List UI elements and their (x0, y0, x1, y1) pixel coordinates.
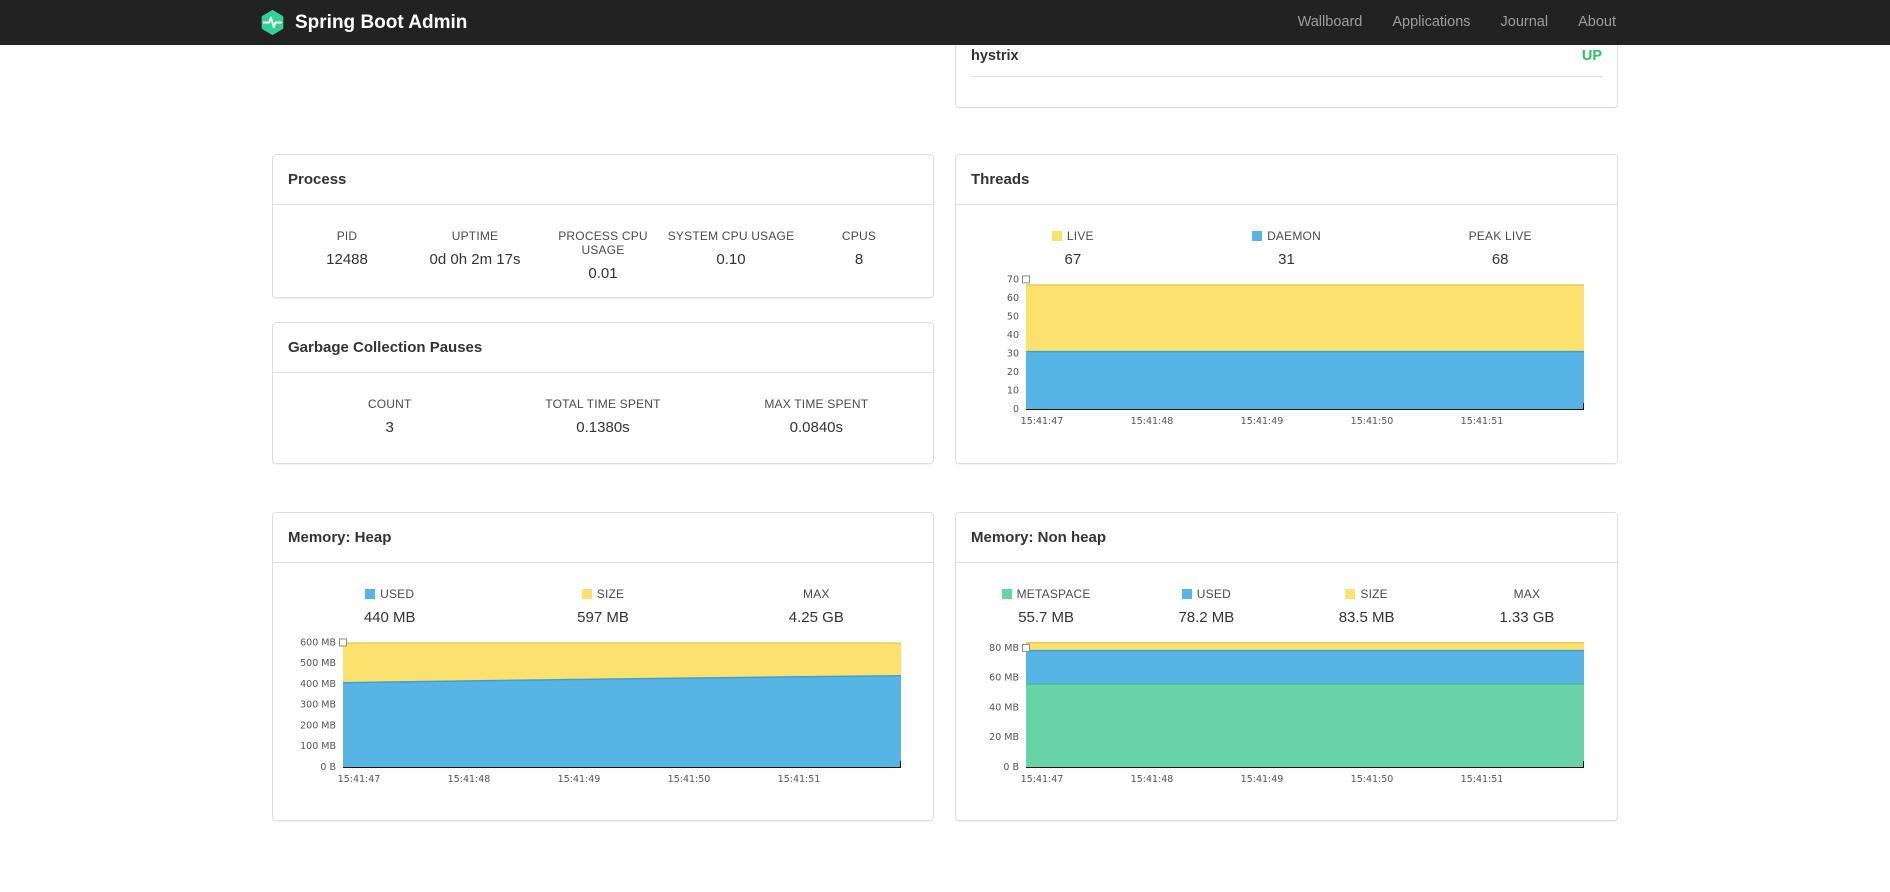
navbar: Spring Boot Admin Wallboard Applications… (0, 0, 1890, 45)
svg-text:200 MB: 200 MB (300, 720, 336, 731)
process-metrics: PID 12488 UPTIME 0d 0h 2m 17s PROCESS CP… (273, 205, 933, 282)
health-service-name: hystrix (971, 48, 1019, 64)
svg-text:15:41:49: 15:41:49 (1241, 416, 1284, 427)
nav-item-wallboard[interactable]: Wallboard (1283, 0, 1378, 45)
metric-cpus: CPUS 8 (841, 229, 877, 268)
svg-text:15:41:48: 15:41:48 (448, 774, 491, 785)
memory-heap-panel: Memory: Heap USED 440 MB SIZE 597 MB MAX… (272, 512, 934, 821)
svg-text:60: 60 (1007, 293, 1019, 304)
gc-panel: Garbage Collection Pauses COUNT 3 TOTAL … (272, 322, 934, 464)
svg-text:0 B: 0 B (1003, 762, 1019, 773)
nav-item-applications[interactable]: Applications (1377, 0, 1485, 45)
svg-text:80 MB: 80 MB (989, 643, 1019, 654)
svg-text:15:41:47: 15:41:47 (338, 774, 381, 785)
svg-text:40 MB: 40 MB (989, 702, 1019, 713)
svg-text:70: 70 (1007, 274, 1019, 285)
process-panel-title: Process (273, 155, 933, 205)
nav-item-journal[interactable]: Journal (1486, 0, 1564, 45)
metric-uptime: UPTIME 0d 0h 2m 17s (429, 229, 521, 268)
svg-text:0 B: 0 B (320, 762, 336, 773)
metric-process-cpu-usage: PROCESS CPU USAGE 0.01 (558, 229, 648, 282)
navbar-inner: Spring Boot Admin Wallboard Applications… (259, 0, 1631, 45)
svg-text:20 MB: 20 MB (989, 732, 1019, 743)
memory-heap-legend: USED 440 MB SIZE 597 MB MAX 4.25 GB (273, 563, 933, 626)
gc-panel-title: Garbage Collection Pauses (273, 323, 933, 373)
memory-heap-chart: 0 B 100 MB 200 MB 300 MB 400 MB 500 MB 600 MB 1… (273, 620, 933, 792)
threads-legend: LIVE 67 DAEMON 31 PEAK LIVE 68 (956, 205, 1617, 268)
metric-gc-total-time: TOTAL TIME SPENT 0.1380s (545, 397, 661, 436)
size-swatch-icon (581, 589, 592, 599)
memory-non-heap-panel: Memory: Non heap METASPACE 55.7 MB USED … (955, 512, 1618, 821)
svg-text:15:41:48: 15:41:48 (1131, 774, 1174, 785)
svg-text:15:41:47: 15:41:47 (1021, 416, 1064, 427)
size-swatch-icon (1345, 589, 1356, 599)
svg-text:20: 20 (1007, 367, 1019, 378)
nav-item-about[interactable]: About (1563, 0, 1631, 45)
health-status-badge: UP (1581, 48, 1602, 64)
svg-text:60 MB: 60 MB (989, 673, 1019, 684)
memory-non-heap-panel-title: Memory: Non heap (956, 513, 1617, 563)
svg-text:15:41:50: 15:41:50 (1351, 416, 1394, 427)
svg-text:15:41:49: 15:41:49 (1241, 774, 1284, 785)
svg-text:50: 50 (1007, 311, 1019, 322)
daemon-swatch-icon (1252, 231, 1263, 241)
svg-text:15:41:51: 15:41:51 (1461, 416, 1504, 427)
brand-title: Spring Boot Admin (295, 11, 468, 33)
svg-text:15:41:51: 15:41:51 (778, 774, 821, 785)
svg-text:30: 30 (1007, 348, 1019, 359)
threads-chart: 0 10 20 30 40 50 60 70 15:41:47 15:41:48 15:41:49 1… (956, 262, 1617, 434)
spring-boot-admin-logo-icon (259, 9, 286, 36)
svg-text:15:41:49: 15:41:49 (558, 774, 601, 785)
brand-link[interactable]: Spring Boot Admin (259, 9, 467, 36)
used-swatch-icon (1181, 589, 1192, 599)
svg-text:15:41:51: 15:41:51 (1461, 774, 1504, 785)
svg-text:400 MB: 400 MB (300, 679, 336, 690)
memory-non-heap-chart: 0 B 20 MB 40 MB 60 MB 80 MB 15:41:47 15:41:48 1… (956, 620, 1617, 792)
metric-gc-max-time: MAX TIME SPENT 0.0840s (764, 397, 869, 436)
main-content: hystrix UP Process PID 12488 UPTIME 0d 0… (272, 45, 1618, 892)
memory-heap-panel-title: Memory: Heap (273, 513, 933, 563)
svg-text:300 MB: 300 MB (300, 700, 336, 711)
svg-text:600 MB: 600 MB (300, 637, 336, 648)
svg-text:500 MB: 500 MB (300, 658, 336, 669)
svg-text:40: 40 (1007, 330, 1019, 341)
svg-text:10: 10 (1007, 385, 1019, 396)
metric-system-cpu-usage: SYSTEM CPU USAGE 0.10 (667, 229, 795, 268)
metric-gc-count: COUNT 3 (367, 397, 412, 436)
svg-text:100 MB: 100 MB (300, 741, 336, 752)
health-panel: hystrix UP (955, 45, 1618, 108)
threads-panel: Threads LIVE 67 DAEMON 31 PEAK LIVE 68 0… (955, 154, 1618, 464)
memory-non-heap-legend: METASPACE 55.7 MB USED 78.2 MB SIZE 83.5… (956, 563, 1617, 626)
gc-metrics: COUNT 3 TOTAL TIME SPENT 0.1380s MAX TIM… (273, 373, 933, 436)
threads-panel-title: Threads (956, 155, 1617, 205)
live-swatch-icon (1051, 231, 1062, 241)
health-row-hystrix: hystrix UP (971, 45, 1602, 77)
svg-text:15:41:50: 15:41:50 (668, 774, 711, 785)
metric-pid: PID 12488 (326, 229, 368, 268)
used-swatch-icon (365, 589, 376, 599)
metaspace-swatch-icon (1001, 589, 1012, 599)
navbar-menu: Wallboard Applications Journal About (1283, 0, 1631, 45)
svg-text:15:41:48: 15:41:48 (1131, 416, 1174, 427)
svg-text:15:41:47: 15:41:47 (1021, 774, 1064, 785)
process-panel: Process PID 12488 UPTIME 0d 0h 2m 17s PR… (272, 154, 934, 298)
svg-text:0: 0 (1013, 404, 1019, 415)
svg-text:15:41:50: 15:41:50 (1351, 774, 1394, 785)
